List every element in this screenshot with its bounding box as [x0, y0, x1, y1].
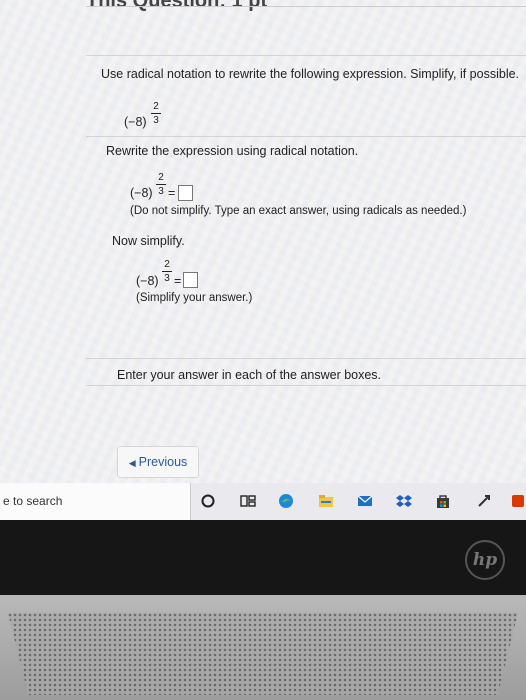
divider	[86, 55, 526, 56]
edge-browser-icon[interactable]	[278, 493, 294, 509]
store-icon[interactable]	[435, 493, 451, 509]
part1-heading: Rewrite the expression using radical not…	[106, 144, 359, 158]
hp-logo: hp	[465, 540, 505, 580]
exponent-numerator: 2	[164, 259, 170, 270]
chevron-left-icon: ◀	[128, 458, 136, 468]
divider	[86, 385, 526, 386]
question-prompt: Use radical notation to rewrite the foll…	[101, 67, 520, 81]
exponent-numerator: 2	[158, 172, 164, 183]
divider	[86, 6, 526, 7]
exponent-denominator: 3	[158, 186, 164, 197]
part1-exponent: 2 3	[156, 172, 166, 197]
exponent-numerator: 2	[153, 101, 159, 112]
part1-hint: (Do not simplify. Type an exact answer, …	[130, 205, 467, 217]
footer-instruction: Enter your answer in each of the answer …	[117, 368, 382, 382]
part2-expression-base: (−8)	[136, 274, 159, 288]
cortana-icon[interactable]	[200, 493, 216, 509]
divider	[86, 136, 526, 137]
speaker-grille	[8, 613, 518, 695]
expression-base: (−8)	[124, 115, 147, 129]
taskbar-search-text: e to search	[3, 494, 63, 508]
part1-expression-base: (−8)	[130, 186, 153, 200]
office-icon[interactable]	[510, 493, 526, 509]
part2-hint: (Simplify your answer.)	[136, 292, 253, 304]
answer-box-simplified[interactable]	[183, 272, 198, 288]
part2-exponent: 2 3	[162, 259, 172, 284]
exponent-denominator: 3	[164, 273, 170, 284]
laptop-bezel	[0, 520, 526, 595]
mail-icon[interactable]	[357, 493, 373, 509]
taskbar-search-box[interactable]: e to search	[0, 483, 191, 520]
part2-heading: Now simplify.	[112, 234, 185, 248]
exponent-denominator: 3	[153, 115, 159, 126]
previous-label: Previous	[138, 455, 188, 469]
browser-screen: This Question: 1 pt Use radical notation…	[0, 0, 526, 520]
equals-sign: =	[174, 274, 182, 288]
app-icon[interactable]	[476, 493, 492, 509]
laptop-chassis	[0, 595, 526, 700]
equals-sign: =	[168, 186, 176, 200]
divider	[86, 358, 526, 359]
file-explorer-icon[interactable]	[318, 493, 334, 509]
taskbar: e to search	[0, 483, 526, 520]
hp-logo-text: hp	[472, 550, 498, 570]
previous-button[interactable]: ◀ Previous	[117, 446, 199, 478]
task-view-icon[interactable]	[240, 493, 256, 509]
dropbox-icon[interactable]	[396, 493, 412, 509]
answer-box-radical[interactable]	[178, 185, 193, 201]
expression-exponent: 2 3	[151, 101, 161, 126]
